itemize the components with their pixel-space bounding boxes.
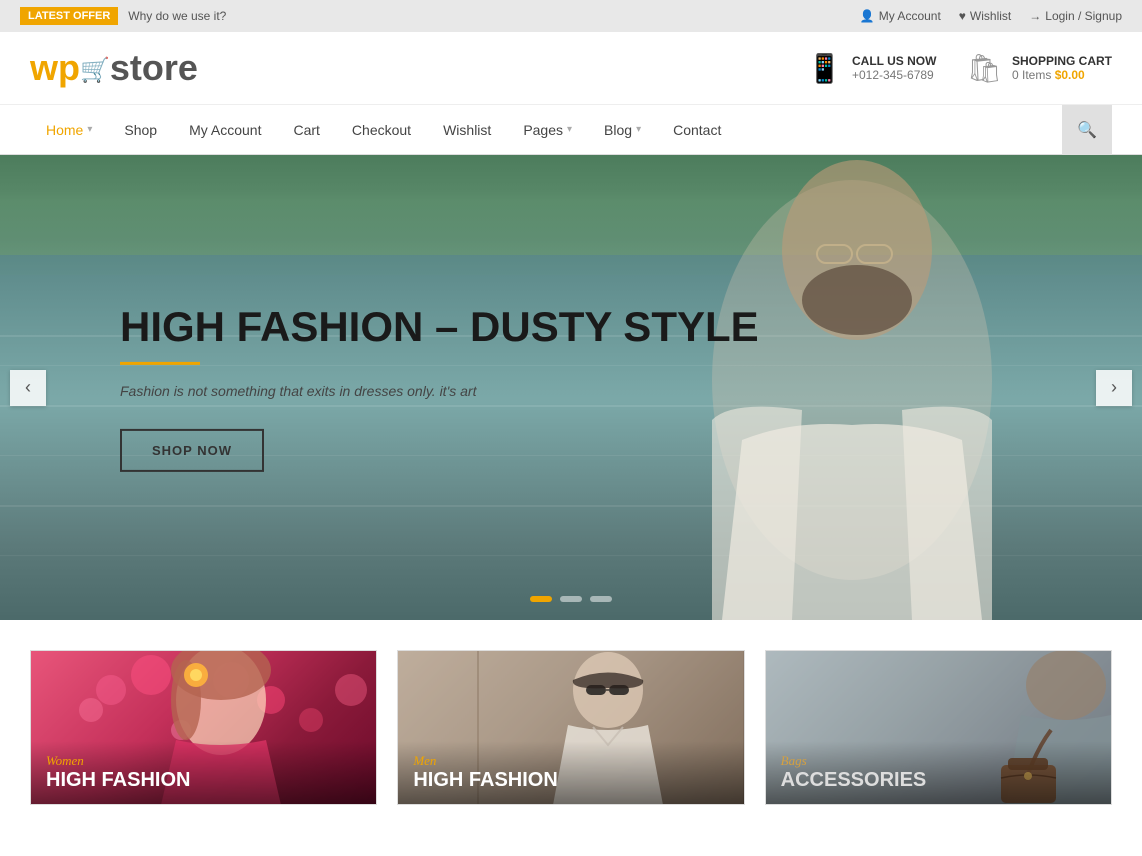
slider-prev-button[interactable]: ‹ (10, 370, 46, 406)
logo-wp: wp (30, 47, 80, 88)
nav-item-blog[interactable]: Blog ▾ (588, 105, 657, 155)
shop-now-button[interactable]: SHOP NOW (120, 429, 264, 472)
cart-text: SHOPPING CART 0 Items $0.00 (1012, 54, 1112, 82)
pages-arrow-icon: ▾ (567, 124, 572, 135)
hero-slider: HIGH FASHION – DUSTY STYLE Fashion is no… (0, 155, 1142, 620)
search-icon: 🔍 (1077, 120, 1097, 140)
search-button[interactable]: 🔍 (1062, 105, 1112, 155)
logo-store: store (110, 47, 198, 88)
top-bar-tagline: Why do we use it? (128, 9, 226, 23)
top-bar: LATEST OFFER Why do we use it? 👤 My Acco… (0, 0, 1142, 32)
logo-text: wp🛒store (30, 47, 198, 89)
category-card-bags[interactable]: Bags ACCESSORIES (765, 650, 1112, 805)
call-us-text: CALL US NOW +012-345-6789 (852, 54, 936, 82)
hero-subtitle: Fashion is not something that exits in d… (120, 383, 759, 399)
call-us: 📱 CALL US NOW +012-345-6789 (807, 52, 936, 85)
slider-dot-1[interactable] (530, 596, 552, 602)
hero-content: HIGH FASHION – DUSTY STYLE Fashion is no… (120, 303, 759, 471)
nav-item-contact[interactable]: Contact (657, 105, 737, 155)
latest-offer-badge: LATEST OFFER (20, 7, 118, 25)
top-bar-right: 👤 My Account ♥ Wishlist → Login / Signup (860, 9, 1122, 23)
logo-cart-icon: 🛒 (80, 57, 110, 84)
logo[interactable]: wp🛒store (30, 47, 198, 89)
slider-dots (530, 596, 612, 602)
women-label: High Fashion (46, 769, 361, 792)
bags-overlay: Bags ACCESSORIES (766, 741, 1111, 804)
shopping-cart[interactable]: 🛍 SHOPPING CART 0 Items $0.00 (966, 52, 1112, 85)
top-bar-left: LATEST OFFER Why do we use it? (20, 7, 226, 25)
nav-item-shop[interactable]: Shop (108, 105, 173, 155)
phone-icon: 📱 (807, 52, 842, 85)
bags-sub-label: Bags (781, 753, 1096, 769)
category-card-men[interactable]: Men High Fashion (397, 650, 744, 805)
slider-dot-2[interactable] (560, 596, 582, 602)
men-sub-label: Men (413, 753, 728, 769)
blog-arrow-icon: ▾ (636, 124, 641, 135)
category-card-women[interactable]: Women High Fashion (30, 650, 377, 805)
women-overlay: Women High Fashion (31, 741, 376, 804)
wishlist-link[interactable]: ♥ Wishlist (959, 9, 1011, 23)
cart-items: 0 Items $0.00 (1012, 68, 1112, 82)
women-sub-label: Women (46, 753, 361, 769)
header-right: 📱 CALL US NOW +012-345-6789 🛍 SHOPPING C… (807, 52, 1112, 85)
heart-icon: ♥ (959, 9, 966, 23)
call-number: +012-345-6789 (852, 68, 936, 82)
men-label: High Fashion (413, 769, 728, 792)
hero-underline (120, 362, 200, 365)
nav-links: Home ▾ Shop My Account Cart Checkout Wis… (30, 105, 1062, 155)
login-link[interactable]: → Login / Signup (1029, 9, 1122, 23)
nav-item-checkout[interactable]: Checkout (336, 105, 427, 155)
nav-item-myaccount[interactable]: My Account (173, 105, 277, 155)
nav-bar: Home ▾ Shop My Account Cart Checkout Wis… (0, 105, 1142, 155)
home-arrow-icon: ▾ (87, 124, 92, 135)
cart-icon: 🛍 (966, 52, 1002, 85)
header: wp🛒store 📱 CALL US NOW +012-345-6789 🛍 S… (0, 32, 1142, 105)
my-account-link[interactable]: 👤 My Account (860, 9, 941, 23)
nav-item-pages[interactable]: Pages ▾ (507, 105, 588, 155)
category-section: Women High Fashion (0, 620, 1142, 825)
nav-item-home[interactable]: Home ▾ (30, 105, 108, 155)
cart-price: $0.00 (1055, 68, 1085, 82)
slider-next-button[interactable]: › (1096, 370, 1132, 406)
bags-label: ACCESSORIES (781, 769, 1096, 792)
slider-dot-3[interactable] (590, 596, 612, 602)
nav-item-wishlist[interactable]: Wishlist (427, 105, 507, 155)
arrow-left-icon: ‹ (25, 377, 31, 398)
call-label: CALL US NOW (852, 54, 936, 68)
user-icon: 👤 (860, 9, 875, 23)
login-icon: → (1029, 9, 1041, 23)
hero-title: HIGH FASHION – DUSTY STYLE (120, 303, 759, 349)
arrow-right-icon: › (1111, 377, 1117, 398)
men-overlay: Men High Fashion (398, 741, 743, 804)
nav-item-cart[interactable]: Cart (277, 105, 335, 155)
cart-label: SHOPPING CART (1012, 54, 1112, 68)
